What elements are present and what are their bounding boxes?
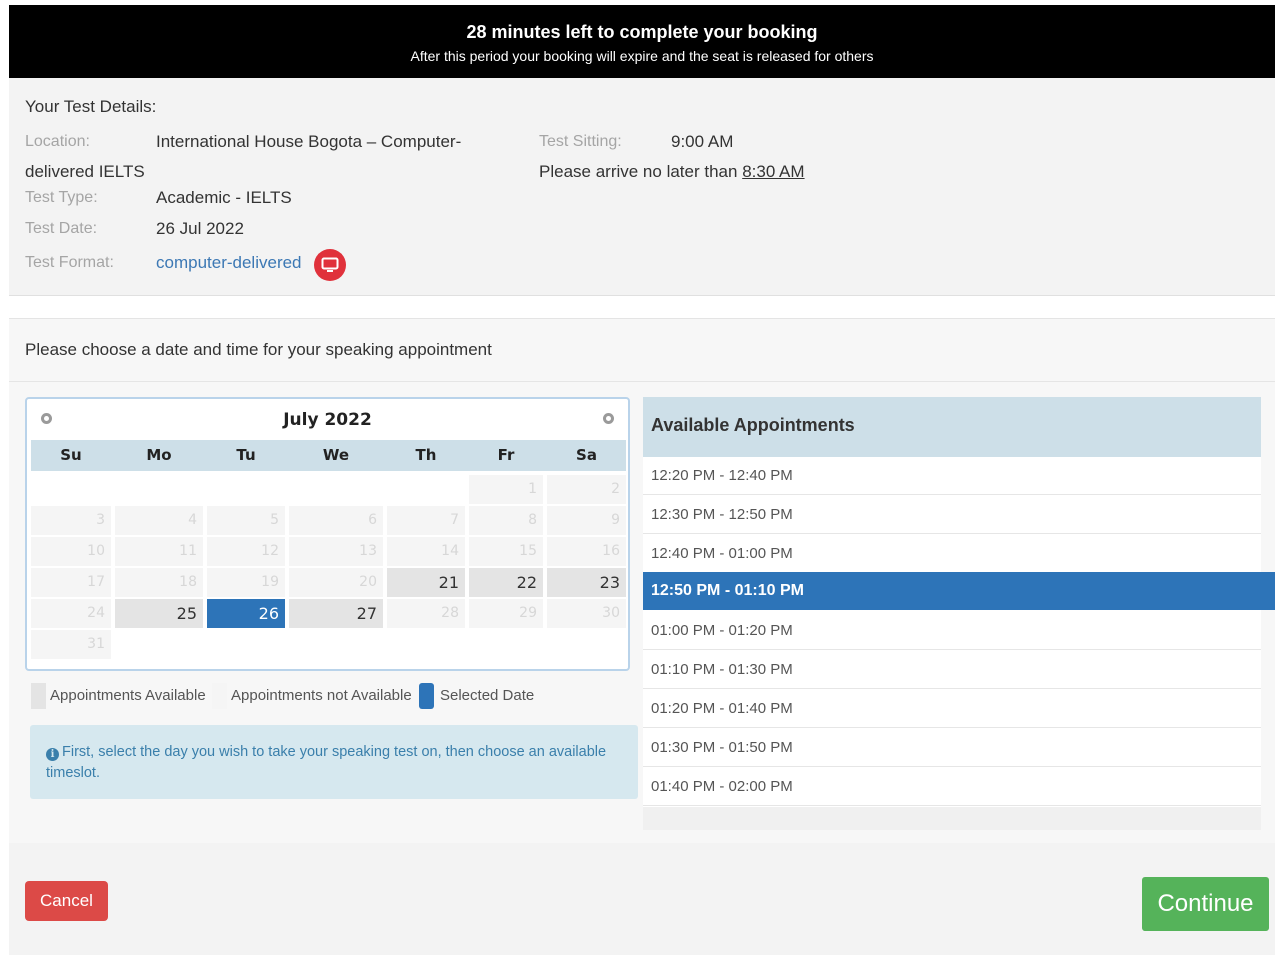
- calendar-day-20: 20: [289, 568, 383, 597]
- calendar-day-28: 28: [387, 599, 465, 628]
- test-type-value: Academic - IELTS: [156, 188, 292, 207]
- appointment-slot[interactable]: 01:20 PM - 01:40 PM: [643, 690, 1261, 728]
- calendar-day-26[interactable]: 26: [207, 599, 285, 628]
- calendar-day-13: 13: [289, 537, 383, 566]
- weekday-mo: Mo: [146, 446, 172, 464]
- calendar-day-14: 14: [387, 537, 465, 566]
- calendar-day-4: 4: [115, 506, 203, 535]
- appointments-heading: Available Appointments: [643, 397, 1261, 457]
- calendar-day-7: 7: [387, 506, 465, 535]
- appointment-slot[interactable]: 01:40 PM - 02:00 PM: [643, 768, 1261, 806]
- weekday-we: We: [322, 446, 350, 464]
- test-type-label: Test Type:: [25, 189, 98, 206]
- calendar-day-24: 24: [31, 599, 111, 628]
- calendar-day-3: 3: [31, 506, 111, 535]
- arrival-notice: Please arrive no later than 8:30 AM: [539, 162, 805, 182]
- calendar-day-10: 10: [31, 537, 111, 566]
- location-value-cont: delivered IELTS: [25, 162, 145, 181]
- weekday-header: Su Mo Tu We Th Fr Sa: [31, 440, 626, 471]
- appointment-slot[interactable]: 01:00 PM - 01:20 PM: [643, 612, 1261, 650]
- speaking-appointment-panel: Please choose a date and time for your s…: [9, 318, 1275, 843]
- appointments-footer: [643, 807, 1261, 830]
- test-sitting-label: Test Sitting:: [539, 133, 622, 150]
- appointment-slot[interactable]: 12:30 PM - 12:50 PM: [643, 496, 1261, 534]
- legend-selected-swatch: [419, 683, 434, 709]
- info-alert: i First, select the day you wish to take …: [30, 725, 638, 799]
- appointment-slot[interactable]: 12:50 PM - 01:10 PM: [643, 572, 1275, 610]
- calendar-day-21[interactable]: 21: [387, 568, 465, 597]
- legend-not-available-label: Appointments not Available: [231, 687, 412, 704]
- calendar-day-17: 17: [31, 568, 111, 597]
- info-icon: i: [46, 748, 59, 761]
- calendar-day-1: 1: [469, 475, 543, 504]
- appointment-slot[interactable]: 12:20 PM - 12:40 PM: [643, 457, 1261, 495]
- weekday-fr: Fr: [497, 446, 515, 464]
- weekday-tu: Tu: [236, 446, 256, 464]
- test-sitting-value: 9:00 AM: [671, 132, 734, 151]
- booking-timer-banner: 28 minutes left to complete your booking…: [9, 5, 1275, 78]
- calendar-day-11: 11: [115, 537, 203, 566]
- calendar-day-9: 9: [547, 506, 626, 535]
- calendar-day-8: 8: [469, 506, 543, 535]
- appointment-slot[interactable]: 12:40 PM - 01:00 PM: [643, 535, 1261, 573]
- appointment-slot[interactable]: 01:10 PM - 01:30 PM: [643, 651, 1261, 689]
- test-format-label: Test Format:: [25, 254, 114, 271]
- calendar-day-27[interactable]: 27: [289, 599, 383, 628]
- test-date-label: Test Date:: [25, 220, 98, 237]
- speaking-heading: Please choose a date and time for your s…: [25, 340, 492, 359]
- calendar-day-31: 31: [31, 630, 111, 659]
- calendar-day-19: 19: [207, 568, 285, 597]
- calendar-day-29: 29: [469, 599, 543, 628]
- arrival-time: 8:30 AM: [742, 162, 805, 181]
- calendar-day-6: 6: [289, 506, 383, 535]
- weekday-th: Th: [415, 446, 437, 464]
- legend-not-available-swatch: [212, 683, 227, 709]
- calendar-day-25[interactable]: 25: [115, 599, 203, 628]
- calendar-day-18: 18: [115, 568, 203, 597]
- calendar-day-23[interactable]: 23: [547, 568, 626, 597]
- test-details-panel: Your Test Details: Location: Internation…: [9, 78, 1275, 296]
- test-details-heading: Your Test Details:: [25, 97, 157, 116]
- action-bar: Cancel Continue: [9, 843, 1275, 955]
- calendar-month-title: July 2022: [283, 410, 372, 430]
- location-value: International House Bogota – Computer-: [156, 132, 462, 151]
- weekday-su: Su: [60, 446, 82, 464]
- calendar-day-16: 16: [547, 537, 626, 566]
- calendar-day-30: 30: [547, 599, 626, 628]
- location-label: Location:: [25, 133, 90, 150]
- next-month-icon[interactable]: [603, 413, 614, 424]
- weekday-sa: Sa: [576, 446, 597, 464]
- calendar-day-12: 12: [207, 537, 285, 566]
- divider: [9, 381, 1275, 382]
- appointment-slot[interactable]: 01:30 PM - 01:50 PM: [643, 729, 1261, 767]
- available-appointments: Available Appointments 12:20 PM - 12:40 …: [643, 397, 1275, 830]
- continue-button[interactable]: Continue: [1142, 877, 1269, 931]
- arrival-text: Please arrive no later than: [539, 162, 738, 181]
- date-picker: July 2022 Su Mo Tu We Th Fr Sa 1 2 3 4 5 6 7 8 9 10 11 12…: [25, 397, 630, 671]
- monitor-icon: [314, 249, 346, 281]
- calendar-day-2: 2: [547, 475, 626, 504]
- legend-available-label: Appointments Available: [50, 687, 206, 704]
- legend-available-swatch: [31, 683, 46, 709]
- info-text: First, select the day you wish to take y…: [46, 744, 607, 781]
- banner-title: 28 minutes left to complete your booking: [466, 22, 818, 42]
- calendar-day-5: 5: [207, 506, 285, 535]
- test-format-link[interactable]: computer-delivered: [156, 253, 302, 273]
- calendar-day-22[interactable]: 22: [469, 568, 543, 597]
- banner-subtitle: After this period your booking will expi…: [410, 48, 874, 64]
- calendar-day-15: 15: [469, 537, 543, 566]
- legend-selected-label: Selected Date: [440, 687, 535, 704]
- cancel-button[interactable]: Cancel: [25, 881, 108, 921]
- test-date-value: 26 Jul 2022: [156, 219, 244, 238]
